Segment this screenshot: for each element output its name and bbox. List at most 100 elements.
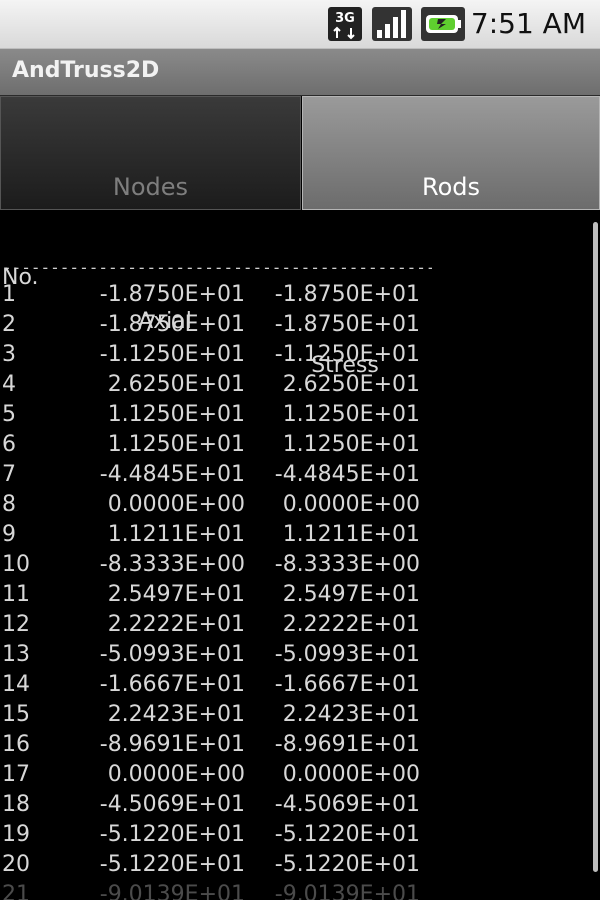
svg-text:3G: 3G xyxy=(335,11,355,26)
row-axial: 2.2423E+01 xyxy=(107,702,245,727)
row-no: 20 xyxy=(2,852,30,877)
row-stress: -5.1220E+01 xyxy=(274,822,420,847)
row-no: 4 xyxy=(2,372,16,397)
row-stress: 2.5497E+01 xyxy=(282,582,420,607)
row-no: 2 xyxy=(2,312,16,337)
table-row: 19 -5.1220E+01 -5.1220E+01 xyxy=(0,820,590,850)
row-stress: -8.3333E+00 xyxy=(274,552,420,577)
app-title: AndTruss2D xyxy=(12,58,160,83)
row-stress: 2.6250E+01 xyxy=(282,372,420,397)
row-no: 17 xyxy=(2,762,30,787)
row-axial: 2.6250E+01 xyxy=(107,372,245,397)
table-row: 3 -1.1250E+01 -1.1250E+01 xyxy=(0,340,590,370)
row-stress: 0.0000E+00 xyxy=(282,492,420,517)
row-no: 16 xyxy=(2,732,30,757)
tab-rods-label: Rods xyxy=(421,173,481,201)
row-stress: 2.2423E+01 xyxy=(282,702,420,727)
row-no: 1 xyxy=(2,282,16,307)
battery-icon xyxy=(421,7,465,41)
row-no: 18 xyxy=(2,792,30,817)
signal-icon xyxy=(372,7,412,41)
row-axial: 0.0000E+00 xyxy=(107,762,245,787)
table-row: 10 -8.3333E+00 -8.3333E+00 xyxy=(0,550,590,580)
table-row: 11 2.5497E+01 2.5497E+01 xyxy=(0,580,590,610)
row-axial: 1.1250E+01 xyxy=(107,432,245,457)
row-stress: -4.5069E+01 xyxy=(274,792,420,817)
row-stress: -1.8750E+01 xyxy=(274,312,420,337)
table-row: 15 2.2423E+01 2.2423E+01 xyxy=(0,700,590,730)
row-no: 8 xyxy=(2,492,16,517)
row-no: 12 xyxy=(2,612,30,637)
row-no: 3 xyxy=(2,342,16,367)
row-stress: -8.9691E+01 xyxy=(274,732,420,757)
tab-bar: Nodes Rods xyxy=(0,96,600,210)
title-bar: AndTruss2D xyxy=(0,49,600,97)
tab-rods[interactable]: Rods xyxy=(302,96,600,210)
table-row: 7 -4.4845E+01 -4.4845E+01 xyxy=(0,460,590,490)
scrollbar[interactable] xyxy=(593,222,598,872)
table-row: 4 2.6250E+01 2.6250E+01 xyxy=(0,370,590,400)
table-row: 1 -1.8750E+01 -1.8750E+01 xyxy=(0,280,590,310)
row-axial: -5.1220E+01 xyxy=(99,822,245,847)
row-axial: 2.5497E+01 xyxy=(107,582,245,607)
row-stress: -1.8750E+01 xyxy=(274,282,420,307)
row-stress: 1.1211E+01 xyxy=(282,522,420,547)
3g-icon: 3G xyxy=(328,7,362,41)
table-row: 9 1.1211E+01 1.1211E+01 xyxy=(0,520,590,550)
table-row: 14 -1.6667E+01 -1.6667E+01 xyxy=(0,670,590,700)
row-no: 7 xyxy=(2,462,16,487)
row-axial: -5.1220E+01 xyxy=(99,852,245,877)
row-axial: -9.0139E+01 xyxy=(99,882,245,900)
row-axial: 0.0000E+00 xyxy=(107,492,245,517)
row-no: 19 xyxy=(2,822,30,847)
table-row: 6 1.1250E+01 1.1250E+01 xyxy=(0,430,590,460)
table-divider: ----------------------------------------… xyxy=(2,258,432,277)
row-no: 21 xyxy=(2,882,30,900)
row-axial: -4.4845E+01 xyxy=(99,462,245,487)
table-rows: 1 -1.8750E+01 -1.8750E+01 2 -1.8750E+01 -1.87… xyxy=(0,280,590,900)
row-axial: 1.1250E+01 xyxy=(107,402,245,427)
row-stress: 1.1250E+01 xyxy=(282,432,420,457)
row-axial: 1.1211E+01 xyxy=(107,522,245,547)
row-no: 14 xyxy=(2,672,30,697)
row-stress: -5.1220E+01 xyxy=(274,852,420,877)
tab-nodes-label: Nodes xyxy=(112,173,189,201)
row-stress: -4.4845E+01 xyxy=(274,462,420,487)
row-stress: -1.6667E+01 xyxy=(274,672,420,697)
row-axial: -4.5069E+01 xyxy=(99,792,245,817)
status-time: 7:51 AM xyxy=(470,7,586,40)
tab-nodes[interactable]: Nodes xyxy=(0,96,301,210)
row-axial: -8.3333E+00 xyxy=(99,552,245,577)
table-row: 13 -5.0993E+01 -5.0993E+01 xyxy=(0,640,590,670)
row-axial: -1.8750E+01 xyxy=(99,282,245,307)
row-stress: -5.0993E+01 xyxy=(274,642,420,667)
table-row: 12 2.2222E+01 2.2222E+01 xyxy=(0,610,590,640)
row-no: 10 xyxy=(2,552,30,577)
row-stress: 1.1250E+01 xyxy=(282,402,420,427)
row-stress: 0.0000E+00 xyxy=(282,762,420,787)
row-stress: 2.2222E+01 xyxy=(282,612,420,637)
table-row: 17 0.0000E+00 0.0000E+00 xyxy=(0,760,590,790)
row-no: 15 xyxy=(2,702,30,727)
row-axial: -1.6667E+01 xyxy=(99,672,245,697)
row-axial: -8.9691E+01 xyxy=(99,732,245,757)
table-row: 20 -5.1220E+01 -5.1220E+01 xyxy=(0,850,590,880)
row-stress: -1.1250E+01 xyxy=(274,342,420,367)
row-stress: -9.0139E+01 xyxy=(274,882,420,900)
status-bar: 3G 7:51 AM xyxy=(0,0,600,49)
rods-table: No. Axial Stress -----------------------… xyxy=(0,212,590,900)
table-row: 21 -9.0139E+01 -9.0139E+01 xyxy=(0,880,590,900)
row-no: 5 xyxy=(2,402,16,427)
table-row: 8 0.0000E+00 0.0000E+00 xyxy=(0,490,590,520)
row-no: 13 xyxy=(2,642,30,667)
row-axial: -5.0993E+01 xyxy=(99,642,245,667)
table-row: 5 1.1250E+01 1.1250E+01 xyxy=(0,400,590,430)
row-no: 11 xyxy=(2,582,30,607)
rods-results-view[interactable]: No. Axial Stress -----------------------… xyxy=(0,212,600,900)
row-axial: 2.2222E+01 xyxy=(107,612,245,637)
table-row: 2 -1.8750E+01 -1.8750E+01 xyxy=(0,310,590,340)
row-axial: -1.1250E+01 xyxy=(99,342,245,367)
table-header: No. Axial Stress xyxy=(0,212,590,378)
table-row: 18 -4.5069E+01 -4.5069E+01 xyxy=(0,790,590,820)
row-no: 9 xyxy=(2,522,16,547)
